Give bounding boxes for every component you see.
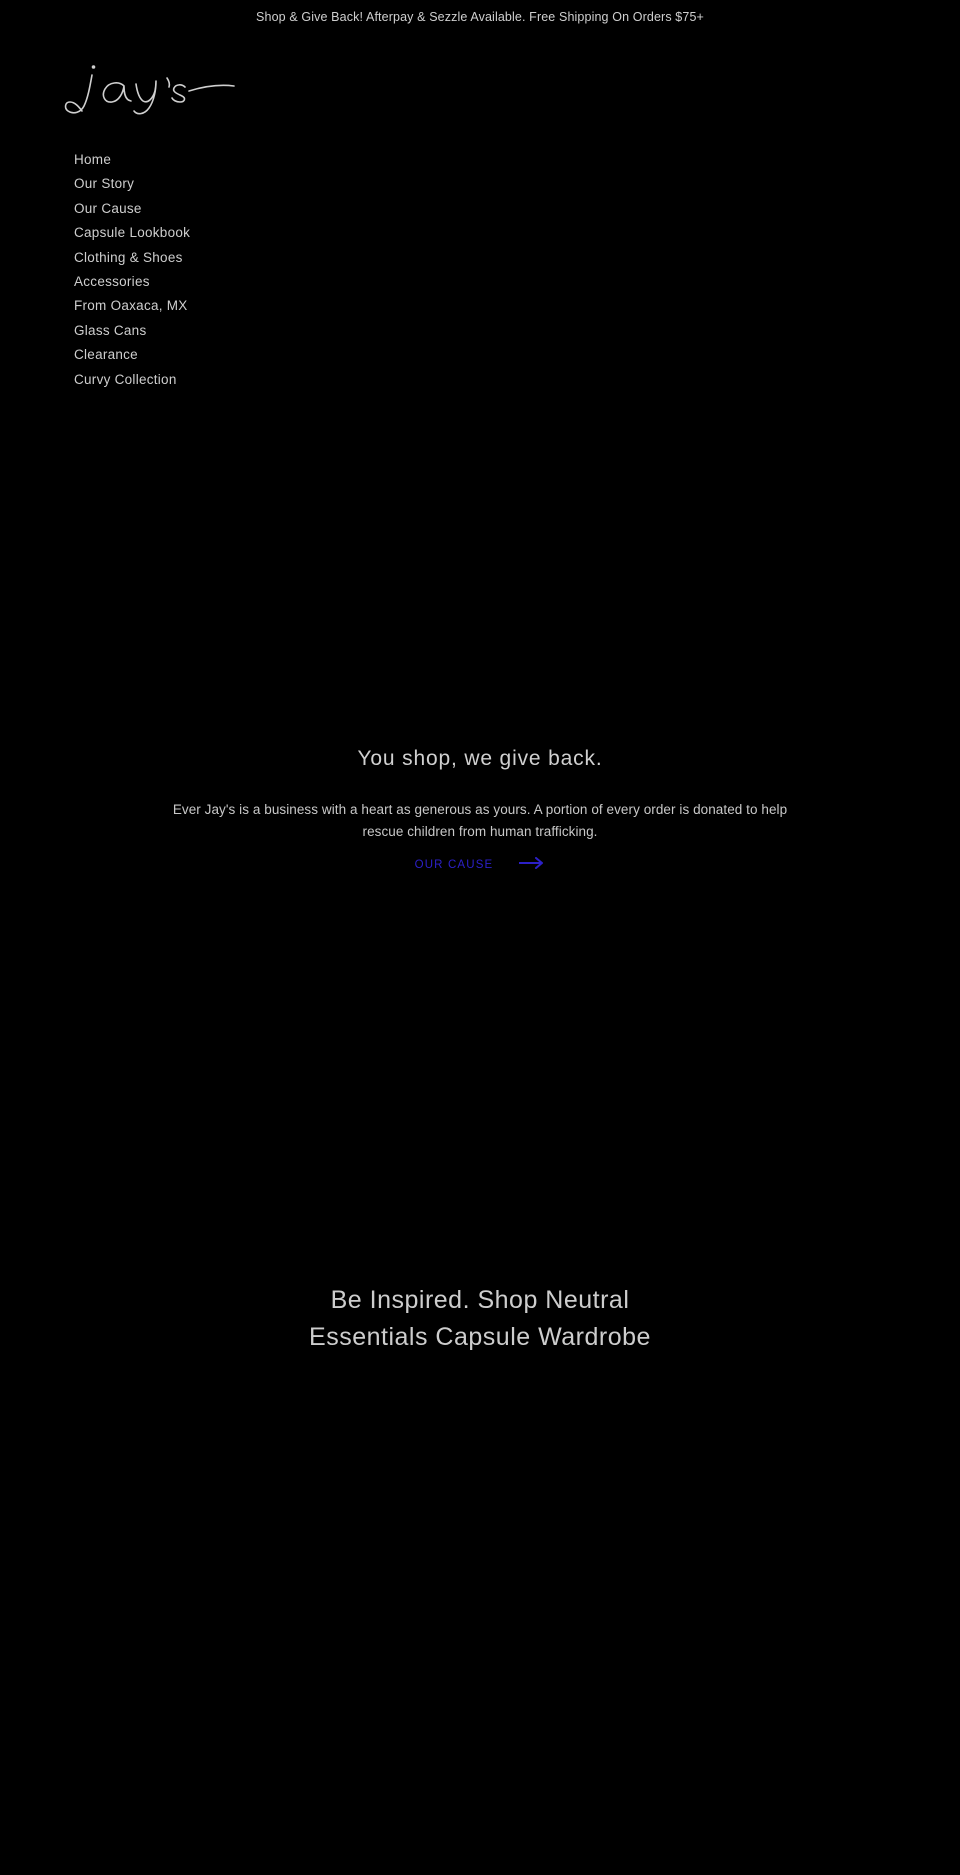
nav-item-from-oaxaca-mx[interactable]: From Oaxaca, MX [74, 294, 190, 318]
hero-media-placeholder [0, 400, 960, 610]
giveback-cta-row: Our Cause [0, 856, 960, 874]
mid-media-placeholder [0, 900, 960, 1280]
nav-item-accessories[interactable]: Accessories [74, 270, 190, 294]
main-navigation: Home Our Story Our Cause Capsule Lookboo… [74, 148, 190, 392]
nav-item-our-story[interactable]: Our Story [74, 172, 190, 196]
nav-item-home[interactable]: Home [74, 148, 190, 172]
capsule-heading-line-1: Be Inspired. Shop Neutral [330, 1286, 630, 1314]
nav-item-capsule-lookbook[interactable]: Capsule Lookbook [74, 221, 190, 245]
announcement-text: Shop & Give Back! Afterpay & Sezzle Avai… [256, 10, 704, 24]
script-wordmark-logo-icon [52, 56, 252, 118]
giveback-body-text: Ever Jay's is a business with a heart as… [172, 802, 788, 840]
capsule-wardrobe-section: Be Inspired. Shop Neutral Essentials Cap… [0, 1282, 960, 1356]
nav-item-our-cause[interactable]: Our Cause [74, 197, 190, 221]
arrow-right-icon[interactable] [519, 856, 545, 874]
our-cause-link[interactable]: Our Cause [415, 859, 494, 871]
nav-item-clearance[interactable]: Clearance [74, 343, 190, 367]
giveback-section: You shop, we give back. Ever Jay's is a … [0, 745, 960, 874]
site-logo[interactable] [52, 56, 252, 118]
nav-item-glass-cans[interactable]: Glass Cans [74, 319, 190, 343]
announcement-bar: Shop & Give Back! Afterpay & Sezzle Avai… [0, 0, 960, 34]
nav-item-clothing-shoes[interactable]: Clothing & Shoes [74, 246, 190, 270]
lower-media-placeholder [0, 1380, 960, 1875]
giveback-title: You shop, we give back. [357, 747, 603, 770]
capsule-heading: Be Inspired. Shop Neutral Essentials Cap… [170, 1282, 790, 1356]
capsule-heading-line-2: Essentials Capsule Wardrobe [309, 1323, 651, 1351]
nav-item-curvy-collection[interactable]: Curvy Collection [74, 368, 190, 392]
site-header [0, 34, 960, 115]
